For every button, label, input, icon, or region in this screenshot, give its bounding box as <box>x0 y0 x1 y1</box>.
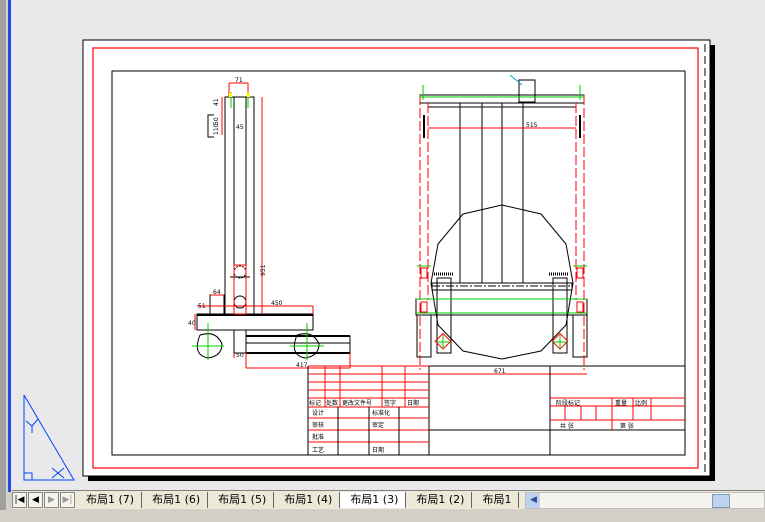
label-approve: 审定 <box>372 421 384 429</box>
rev-header-sign: 签字 <box>384 399 396 407</box>
scale-label: 比例 <box>635 399 647 407</box>
tab-layout1-7[interactable]: 布局1 (7) <box>76 492 143 508</box>
sheet-total: 共 张 <box>560 422 574 430</box>
label-ratify: 批准 <box>312 433 324 441</box>
dim-50b: 50 <box>236 352 244 359</box>
sheet-number: 第 张 <box>620 422 634 430</box>
dim-64: 64 <box>213 289 221 296</box>
viewport-border <box>8 0 11 492</box>
label-process: 工艺 <box>312 446 324 454</box>
tab-layout1-5[interactable]: 布局1 (5) <box>208 492 275 508</box>
rev-header-count: 处数 <box>326 399 338 407</box>
cad-drawing-area[interactable]: 71 41 50 110 45 951 64 51 450 40 50 417 <box>0 0 765 522</box>
bolt-marker <box>247 93 250 97</box>
dim-71: 71 <box>235 77 243 84</box>
tab-layout1-3[interactable]: 布局1 (3) <box>340 492 407 508</box>
label-standard: 标准化 <box>372 409 390 417</box>
layout-tab-bar: |◀ ◀ ▶ ▶| 布局1 (7) 布局1 (6) 布局1 (5) 布局1 (4… <box>12 490 765 509</box>
scroll-thumb[interactable] <box>712 493 730 508</box>
rev-header-mark: 标记 <box>309 399 321 407</box>
weight-label: 重量 <box>615 399 627 407</box>
stage-mark: 阶段标记 <box>556 399 580 407</box>
dim-417: 417 <box>296 362 308 369</box>
last-tab-icon[interactable]: ▶| <box>60 492 75 508</box>
scroll-left-icon[interactable]: ◀ <box>526 492 541 508</box>
label-review: 审核 <box>312 421 324 429</box>
bolt-marker <box>229 93 232 97</box>
rev-header-doc: 更改文件号 <box>342 399 372 407</box>
dim-51: 51 <box>198 303 206 310</box>
dim-45: 45 <box>236 124 244 131</box>
tab-layout1-4[interactable]: 布局1 (4) <box>274 492 341 508</box>
command-line-area[interactable] <box>0 510 765 522</box>
prev-tab-icon[interactable]: ◀ <box>28 492 43 508</box>
first-tab-icon[interactable]: |◀ <box>12 492 27 508</box>
dim-515: 515 <box>526 122 538 129</box>
tab-layout1[interactable]: 布局1 <box>472 492 520 508</box>
paper-sheet <box>82 39 711 477</box>
dim-110: 110 <box>213 123 220 135</box>
tab-layout1-6[interactable]: 布局1 (6) <box>142 492 209 508</box>
dim-951: 951 <box>260 264 267 276</box>
horizontal-scrollbar[interactable]: ◀ <box>525 491 765 509</box>
window-edge <box>0 0 6 510</box>
label-design: 设计 <box>312 409 324 417</box>
rev-header-date: 日期 <box>407 399 419 407</box>
dim-450: 450 <box>271 300 283 307</box>
dim-40: 40 <box>188 320 196 327</box>
dim-41: 41 <box>213 98 220 106</box>
dim-671: 671 <box>494 368 506 375</box>
tab-layout1-2[interactable]: 布局1 (2) <box>406 492 473 508</box>
label-date: 日期 <box>372 446 384 454</box>
next-tab-icon[interactable]: ▶ <box>44 492 59 508</box>
